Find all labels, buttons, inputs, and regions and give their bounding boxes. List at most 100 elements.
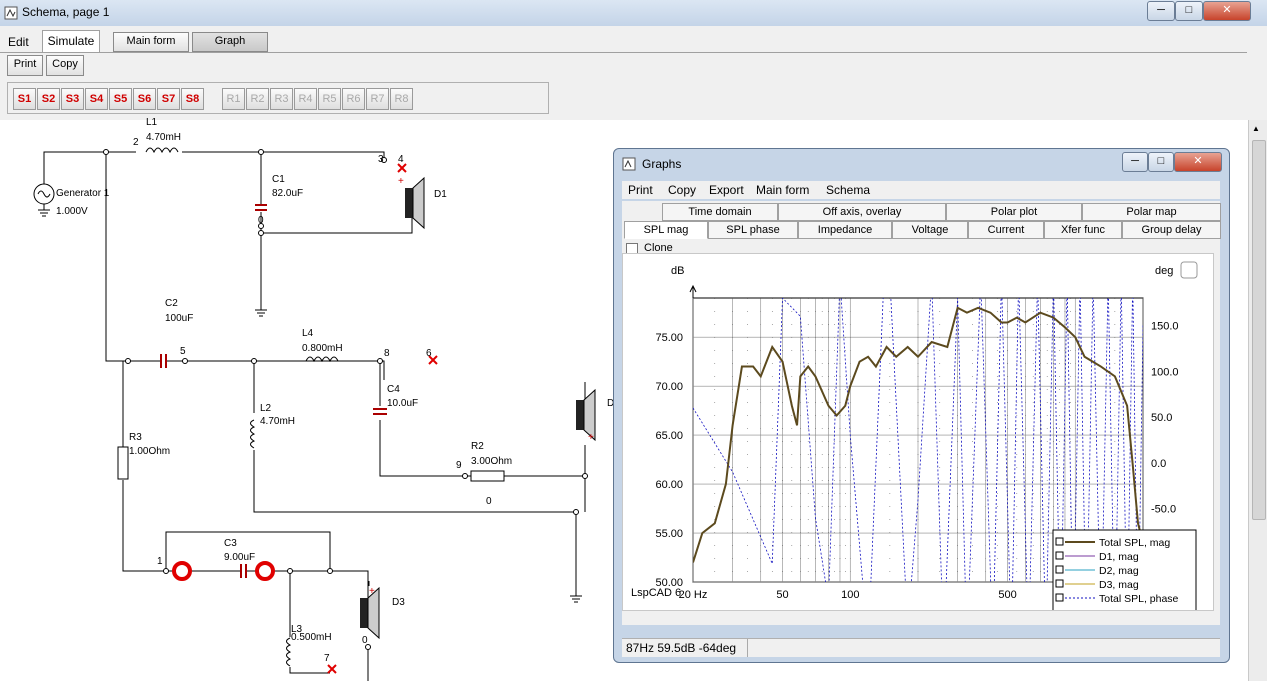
menu-edit[interactable]: Edit: [8, 35, 29, 49]
node-number: 5: [180, 346, 186, 357]
sim-button-s5[interactable]: S5: [109, 88, 132, 110]
result-button-r3[interactable]: R3: [270, 88, 293, 110]
sim-button-s8[interactable]: S8: [181, 88, 204, 110]
tab-time-domain[interactable]: Time domain: [662, 203, 778, 221]
node-number: 0: [362, 635, 368, 646]
tab-impedance[interactable]: Impedance: [798, 221, 892, 239]
result-button-r8[interactable]: R8: [390, 88, 413, 110]
component-label: D3: [392, 597, 405, 608]
inductor-l1: [145, 147, 179, 154]
y-tick-label: 55.00: [655, 528, 683, 540]
component-label: 100uF: [165, 313, 194, 324]
close-button[interactable]: ✕: [1203, 1, 1251, 21]
graphs-menu-schema[interactable]: Schema: [826, 183, 870, 197]
component-label: 4.70mH: [260, 416, 296, 427]
node-number: 0: [486, 496, 492, 507]
legend-entry: D2, mag: [1099, 565, 1139, 577]
graph-button[interactable]: Graph: [192, 32, 268, 52]
legend-checkbox: [1055, 565, 1064, 574]
y-axis-label: dB: [671, 265, 684, 277]
options-box: [1180, 261, 1198, 279]
y-tick-label: 60.00: [655, 479, 683, 491]
sim-button-s4[interactable]: S4: [85, 88, 108, 110]
component-label: L2: [260, 403, 272, 414]
tab-spl-mag[interactable]: SPL mag: [624, 221, 708, 239]
x-tick-label: 20 Hz: [679, 589, 708, 601]
status-divider: [747, 639, 748, 657]
tab-polar-plot[interactable]: Polar plot: [946, 203, 1082, 221]
node-number: 8: [384, 348, 390, 359]
tab-voltage[interactable]: Voltage: [892, 221, 968, 239]
graphs-menu-export[interactable]: Export: [709, 183, 744, 197]
sim-button-s6[interactable]: S6: [133, 88, 156, 110]
legend-checkbox: [1055, 579, 1064, 588]
result-button-r2[interactable]: R2: [246, 88, 269, 110]
component-label: R3: [129, 432, 142, 443]
node-number: 0: [258, 215, 264, 226]
minimize-icon: ─: [1157, 4, 1165, 16]
tab-off-axis-overlay[interactable]: Off axis, overlay: [778, 203, 946, 221]
graphs-menu-main-form[interactable]: Main form: [756, 183, 809, 197]
component-label: R2: [471, 441, 484, 452]
graphs-app-icon: [622, 157, 636, 171]
result-button-r5[interactable]: R5: [318, 88, 341, 110]
node-number: 4: [398, 154, 404, 165]
node-number: 9: [456, 460, 462, 471]
result-button-r7[interactable]: R7: [366, 88, 389, 110]
tab-simulate[interactable]: Simulate: [42, 30, 100, 53]
legend-checkbox: [1055, 593, 1064, 602]
maximize-icon: □: [1157, 155, 1165, 167]
maximize-button[interactable]: □: [1175, 1, 1203, 21]
minimize-button[interactable]: ─: [1147, 1, 1175, 21]
scroll-up-icon[interactable]: ▲: [1252, 124, 1260, 133]
component-label: C4: [387, 384, 400, 395]
component-label: L1: [146, 117, 158, 128]
graphs-minimize-button[interactable]: ─: [1122, 152, 1148, 172]
sim-button-s3[interactable]: S3: [61, 88, 84, 110]
schematic-wires: + + +: [33, 147, 596, 681]
tab-xfer-func[interactable]: Xfer func: [1044, 221, 1122, 239]
graphs-close-button[interactable]: ✕: [1174, 152, 1222, 172]
close-icon: ✕: [1193, 155, 1203, 167]
graphs-window[interactable]: Graphs ─ □ ✕ Print Copy Export Main form…: [613, 148, 1230, 663]
legend-entry: Total SPL, mag: [1099, 537, 1170, 549]
result-button-r4[interactable]: R4: [294, 88, 317, 110]
scroll-thumb[interactable]: [1252, 140, 1266, 520]
tab-current[interactable]: Current: [968, 221, 1044, 239]
legend-checkbox: [1055, 551, 1064, 560]
tab-group-delay[interactable]: Group delay: [1122, 221, 1221, 239]
legend-entry: D3, mag: [1099, 579, 1139, 591]
schematic-vertical-scrollbar[interactable]: ▲: [1248, 120, 1267, 681]
tab-polar-map[interactable]: Polar map: [1082, 203, 1221, 221]
node-number: 7: [324, 653, 330, 664]
svg-text:+: +: [588, 432, 594, 443]
component-label: D1: [434, 189, 447, 200]
main-form-button[interactable]: Main form: [113, 32, 189, 52]
divider: [0, 52, 1247, 53]
y2-tick-label: 50.0: [1151, 412, 1172, 424]
legend-checkbox: [1055, 537, 1064, 546]
copy-button[interactable]: Copy: [46, 55, 84, 76]
svg-text:+: +: [398, 176, 404, 187]
spl-plot[interactable]: 50.0055.0060.0065.0070.0075.00-100.0-50.…: [622, 253, 1214, 611]
result-button-r1[interactable]: R1: [222, 88, 245, 110]
component-label: 0.800mH: [302, 343, 343, 354]
sim-button-s7[interactable]: S7: [157, 88, 180, 110]
legend-entry: D1, mag: [1099, 551, 1139, 563]
tab-spl-phase[interactable]: SPL phase: [708, 221, 798, 239]
y2-axis-label: deg: [1155, 265, 1173, 277]
main-titlebar: Schema, page 1 ─ □ ✕: [0, 0, 1267, 26]
result-button-r6[interactable]: R6: [342, 88, 365, 110]
spl-chart[interactable]: 50.0055.0060.0065.0070.0075.00-100.0-50.…: [623, 254, 1213, 610]
graphs-menu-print[interactable]: Print: [628, 183, 653, 197]
component-label: 9.00uF: [224, 552, 256, 563]
graphs-maximize-button[interactable]: □: [1148, 152, 1174, 172]
sim-button-s2[interactable]: S2: [37, 88, 60, 110]
y2-tick-label: 150.0: [1151, 320, 1179, 332]
y-tick-label: 75.00: [655, 332, 683, 344]
graphs-menu-copy[interactable]: Copy: [668, 183, 696, 197]
print-button[interactable]: Print: [7, 55, 43, 76]
y2-tick-label: -50.0: [1151, 504, 1176, 516]
maximize-icon: □: [1185, 4, 1193, 16]
sim-button-s1[interactable]: S1: [13, 88, 36, 110]
